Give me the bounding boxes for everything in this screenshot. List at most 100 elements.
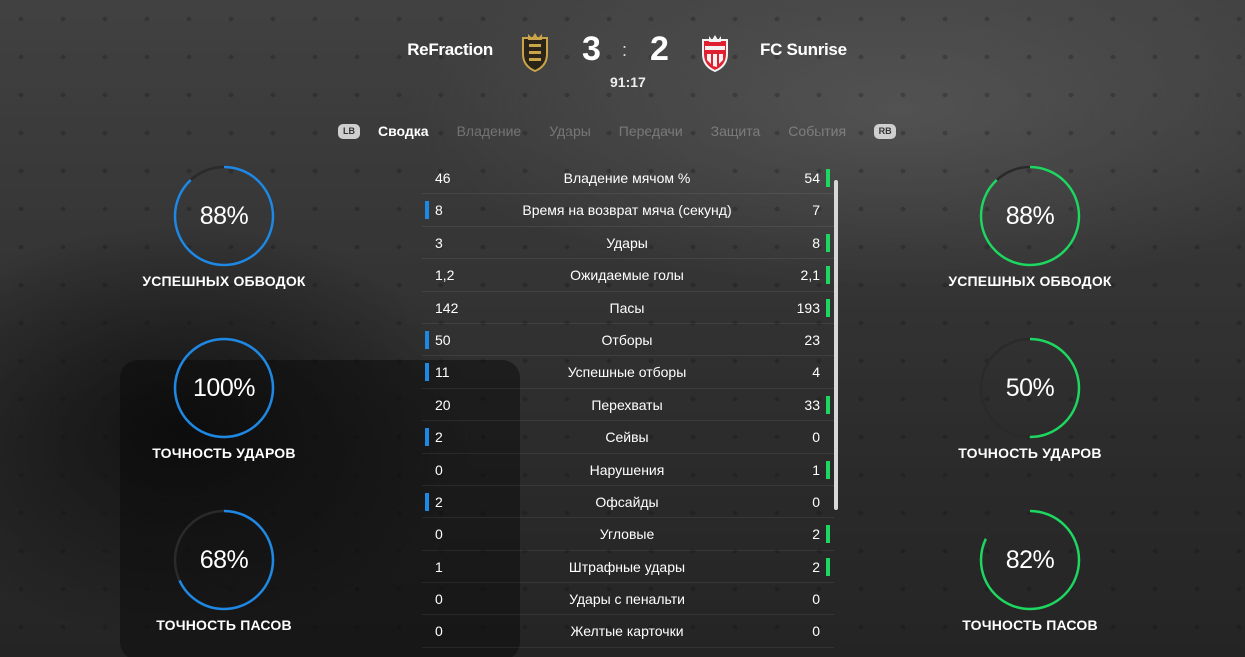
stat-row: 142 Пасы 193	[422, 292, 834, 324]
stat-row: 0 Нарушения 1	[422, 454, 834, 486]
home-stat-value: 1	[435, 558, 443, 575]
away-stat-value: 193	[796, 299, 820, 316]
progress-ring: 82%	[978, 508, 1082, 612]
away-stat-value: 54	[804, 170, 820, 186]
rb-button-icon[interactable]: RB	[874, 123, 897, 139]
away-stat-value: 0	[812, 493, 820, 510]
club-crest-red-white-icon	[700, 32, 730, 73]
home-leader-bar	[425, 201, 429, 220]
home-stat-value: 11	[435, 364, 450, 381]
away-leader-bar	[826, 460, 830, 479]
away-stat-value: 7	[812, 202, 820, 219]
stat-label: Удары с пенальти	[569, 591, 685, 608]
home-stat-value: 2	[435, 493, 443, 510]
stats-scrollbar[interactable]	[834, 180, 838, 510]
away-stat-value: 2,1	[800, 267, 820, 284]
away-shot-accuracy-ring: 50% ТОЧНОСТЬ УДАРОВ	[910, 336, 1150, 461]
away-stat-value: 4	[812, 364, 820, 381]
home-stat-value: 8	[435, 202, 443, 219]
away-leader-bar	[826, 298, 830, 317]
club-crest-gold-icon	[520, 32, 550, 73]
stat-label: Удары	[606, 234, 648, 251]
away-dribble-success-ring: 88% УСПЕШНЫХ ОБВОДОК	[910, 164, 1150, 289]
ring-value: 100%	[193, 373, 255, 402]
home-leader-bar	[425, 428, 429, 447]
stat-label: Время на возврат мяча (секунд)	[522, 202, 732, 219]
away-leader-bar	[826, 169, 830, 187]
stat-row: 8 Время на возврат мяча (секунд) 7	[422, 194, 834, 227]
home-team-name: ReFraction	[407, 40, 493, 59]
away-leader-bar	[826, 525, 830, 544]
stat-label: Успешные отборы	[567, 364, 687, 381]
stat-label: Отборы	[601, 331, 653, 348]
match-stats-table[interactable]: 46 Владение мячом % 54 8 Время на возврат м…	[422, 162, 834, 648]
stat-label: Ожидаемые голы	[570, 267, 684, 284]
tab-summary[interactable]: Сводка	[378, 123, 429, 139]
match-clock: 91:17	[610, 74, 646, 90]
stat-row: 46 Владение мячом % 54	[422, 162, 834, 195]
ring-value: 50%	[1005, 373, 1055, 402]
home-pass-accuracy-ring: 68% ТОЧНОСТЬ ПАСОВ	[104, 508, 344, 633]
tab-events[interactable]: События	[788, 123, 846, 139]
away-score: 2	[650, 30, 669, 68]
away-leader-bar	[826, 557, 830, 576]
stat-label: Владение мячом %	[563, 170, 691, 186]
ring-value: 68%	[199, 545, 249, 574]
home-leader-bar	[425, 330, 429, 349]
stat-label: Желтые карточки	[570, 623, 684, 640]
home-stat-value: 3	[435, 234, 443, 251]
away-pass-accuracy-ring: 82% ТОЧНОСТЬ ПАСОВ	[910, 508, 1150, 633]
stat-row: 11 Успешные отборы 4	[422, 356, 834, 389]
tab-possession[interactable]: Владение	[457, 123, 522, 139]
ring-label: ТОЧНОСТЬ УДАРОВ	[152, 445, 296, 461]
stat-label: Офсайды	[595, 493, 659, 510]
ring-label: ТОЧНОСТЬ ПАСОВ	[962, 617, 1098, 633]
home-stat-value: 142	[435, 299, 459, 316]
stat-row: 1 Штрафные удары 2	[422, 551, 834, 584]
stats-tab-bar: LB Сводка Владение Удары Передачи Защита…	[338, 120, 897, 142]
tab-defense[interactable]: Защита	[711, 123, 761, 139]
tab-shots[interactable]: Удары	[549, 123, 591, 139]
scoreboard: ReFraction 3 : 2 FC Sunrise 91:17	[0, 28, 1245, 98]
stat-row: 50 Отборы 23	[422, 324, 834, 357]
stat-row: 0 Удары с пенальти 0	[422, 583, 834, 616]
home-score: 3	[582, 30, 601, 68]
away-leader-bar	[826, 266, 830, 285]
home-shot-accuracy-ring: 100% ТОЧНОСТЬ УДАРОВ	[104, 336, 344, 461]
progress-ring: 50%	[978, 336, 1082, 440]
home-stat-value: 1,2	[435, 267, 455, 284]
away-stat-value: 2	[812, 526, 820, 543]
away-stat-value: 2	[812, 558, 820, 575]
stat-label: Перехваты	[591, 396, 663, 413]
away-stat-value: 8	[812, 234, 820, 251]
stat-label: Пасы	[609, 299, 645, 316]
ring-label: УСПЕШНЫХ ОБВОДОК	[948, 273, 1112, 289]
away-stat-value: 0	[812, 623, 820, 640]
stat-label: Сейвы	[605, 429, 649, 446]
stat-row: 2 Сейвы 0	[422, 421, 834, 454]
stat-row: 1,2 Ожидаемые голы 2,1	[422, 259, 834, 292]
home-stat-value: 46	[435, 170, 451, 186]
home-leader-bar	[425, 363, 429, 382]
stat-label: Угловые	[599, 526, 655, 543]
stat-row: 0 Желтые карточки 0	[422, 615, 834, 648]
home-stat-value: 2	[435, 429, 443, 446]
stat-row: 20 Перехваты 33	[422, 389, 834, 422]
away-team-name: FC Sunrise	[760, 40, 847, 59]
home-stat-value: 50	[435, 331, 451, 348]
home-stat-value: 0	[435, 526, 443, 543]
home-leader-bar	[425, 492, 429, 511]
lb-button-icon[interactable]: LB	[338, 123, 360, 139]
ring-value: 82%	[1005, 545, 1055, 574]
away-stat-value: 0	[812, 591, 820, 608]
home-stat-value: 0	[435, 461, 443, 478]
home-stat-value: 20	[435, 396, 451, 413]
ring-value: 88%	[199, 201, 249, 230]
tab-passes[interactable]: Передачи	[619, 123, 683, 139]
home-stat-value: 0	[435, 591, 443, 608]
away-stat-value: 0	[812, 429, 820, 446]
stat-row: 3 Удары 8	[422, 227, 834, 260]
progress-ring: 88%	[172, 164, 276, 268]
stat-label: Нарушения	[589, 461, 665, 478]
stat-label: Штрафные удары	[568, 558, 686, 575]
